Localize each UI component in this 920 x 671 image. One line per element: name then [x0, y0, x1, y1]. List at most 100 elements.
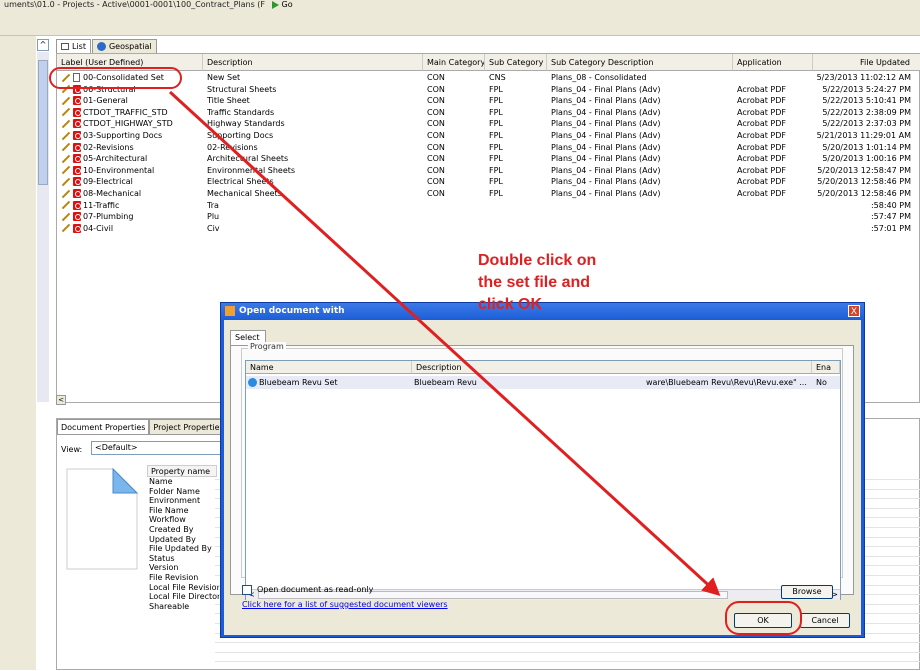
scroll-thumb[interactable] — [38, 60, 48, 185]
cell-label: 11-Traffic — [61, 200, 119, 212]
table-row[interactable]: 10-Environmental Environmental Sheets CON F… — [57, 165, 920, 177]
table-row[interactable]: 04-Civil Civ:57:01 PM — [57, 223, 920, 235]
col-main-category[interactable]: Main Category — [423, 54, 485, 71]
cell-label: 04-Civil — [61, 223, 113, 235]
tab-document-properties[interactable]: Document Properties — [57, 419, 150, 435]
table-row[interactable]: 03-Supporting Docs Supporting Docs CON FPL P… — [57, 130, 920, 142]
table-row[interactable]: 02-Revisions 02-Revisions CON FPL Plans_04 -… — [57, 142, 920, 154]
tab-list[interactable]: List — [56, 39, 91, 53]
cell-main: CON — [427, 119, 445, 129]
cell-label: 03-Supporting Docs — [61, 130, 162, 142]
program-enabled: No — [816, 378, 827, 387]
cell-desc: Civ — [207, 223, 220, 233]
property-item[interactable]: File Revision — [147, 573, 217, 583]
row-label: 07-Plumbing — [83, 212, 134, 222]
cell-label: 01-General — [61, 95, 128, 107]
property-item[interactable]: File Name — [147, 506, 217, 516]
table-row[interactable]: 09-Electrical Electrical Sheets CON FPL Plan… — [57, 176, 920, 188]
col-program-name[interactable]: Name — [246, 361, 412, 374]
table-row[interactable]: CTDOT_HIGHWAY_STD Highway Standards CON FPL… — [57, 118, 920, 130]
property-item[interactable]: Environment — [147, 496, 217, 506]
cell-desc: Tra — [207, 200, 219, 210]
property-item[interactable]: Status — [147, 554, 217, 564]
row-label: 01-General — [83, 96, 128, 106]
cell-updated: 5/22/2013 5:10:41 PM — [822, 96, 911, 106]
table-row[interactable]: 01-General Title Sheet CON FPL Plans_04 - Fi… — [57, 95, 920, 107]
col-description[interactable]: Description — [203, 54, 423, 71]
cancel-button[interactable]: Cancel — [800, 613, 850, 628]
row-label: CTDOT_TRAFFIC_STD — [83, 107, 168, 117]
cell-main: CON — [427, 73, 445, 82]
property-item[interactable]: Version — [147, 563, 217, 573]
cell-sub: FPL — [489, 177, 503, 187]
cell-updated: 5/20/2013 12:58:46 PM — [817, 189, 911, 198]
readonly-checkbox[interactable] — [242, 585, 252, 595]
cell-app: Acrobat PDF — [737, 154, 786, 164]
property-item[interactable]: Shareable — [147, 602, 217, 612]
cell-desc: Structural Sheets — [207, 84, 277, 94]
cell-updated: 5/22/2013 5:24:27 PM — [822, 84, 911, 94]
instruction-annotation: Double click on the set file and click O… — [478, 250, 678, 316]
cell-updated: 5/22/2013 2:38:09 PM — [822, 107, 911, 117]
path-field[interactable]: uments\01.0 - Projects - Active\0001-000… — [4, 0, 265, 9]
grid-line — [215, 651, 920, 653]
cell-main: CON — [427, 96, 445, 106]
property-item[interactable]: Workflow — [147, 515, 217, 525]
close-icon[interactable]: X — [848, 305, 860, 317]
pencil-icon — [61, 142, 71, 152]
col-program-enabled[interactable]: Ena — [812, 361, 840, 374]
table-row[interactable]: CTDOT_TRAFFIC_STD Traffic Standards CON FPL… — [57, 107, 920, 119]
collapse-button[interactable]: ^ — [37, 39, 49, 51]
cell-updated: :57:47 PM — [870, 212, 911, 222]
cell-desc: Traffic Standards — [207, 107, 275, 117]
view-select[interactable]: <Default> — [91, 441, 221, 455]
pdf-icon — [73, 189, 81, 198]
pencil-icon — [61, 212, 71, 221]
cell-app: Acrobat PDF — [737, 142, 786, 152]
cell-app: Acrobat PDF — [737, 189, 786, 198]
pdf-icon — [73, 154, 81, 164]
table-row[interactable]: 07-Plumbing Plu:57:47 PM — [57, 211, 920, 223]
browse-button[interactable]: Browse — [781, 585, 833, 599]
property-item[interactable]: File Updated By — [147, 544, 217, 554]
col-file-updated[interactable]: File Updated — [813, 54, 920, 71]
table-row[interactable]: 08-Mechanical Mechanical Sheets CON FPL Plan… — [57, 188, 920, 200]
program-list[interactable]: Name Description Ena Bluebeam Revu Set B… — [245, 360, 841, 600]
property-item[interactable]: Created By — [147, 525, 217, 535]
pencil-icon — [61, 177, 71, 187]
table-row[interactable]: 00-Consolidated Set New Set CON CNS Plans_08… — [57, 72, 920, 84]
annotation-line-3: click OK — [478, 296, 543, 313]
col-program-description[interactable]: Description — [412, 361, 812, 374]
col-sub-category-description[interactable]: Sub Category Description — [547, 54, 733, 71]
col-application[interactable]: Application — [733, 54, 813, 71]
table-row[interactable]: 05-Architectural Architectural Sheets CON F… — [57, 153, 920, 165]
cell-app: Acrobat PDF — [737, 107, 786, 117]
row-label: CTDOT_HIGHWAY_STD — [83, 119, 173, 129]
pencil-icon — [61, 108, 71, 117]
program-row[interactable]: Bluebeam Revu Set Bluebeam Revu ware\Blu… — [246, 376, 840, 389]
go-button[interactable]: Go — [272, 0, 302, 10]
property-item[interactable]: Updated By — [147, 535, 217, 545]
cell-updated: 5/23/2013 11:02:12 AM — [816, 73, 911, 82]
cell-sub: FPL — [489, 131, 503, 140]
property-name-header[interactable]: Property name — [147, 465, 217, 477]
property-item[interactable]: Folder Name — [147, 487, 217, 497]
property-item[interactable]: Local File Directory — [147, 592, 225, 602]
cell-label: 05-Architectural — [61, 153, 147, 165]
open-document-dialog: Open document with X Select Program Name… — [220, 302, 865, 638]
annotation-line-2: the set file and — [478, 274, 591, 291]
program-name: Bluebeam Revu Set — [259, 378, 338, 387]
col-sub-category[interactable]: Sub Category — [485, 54, 547, 71]
table-row[interactable]: 11-Traffic Tra:58:40 PM — [57, 200, 920, 212]
tab-project-properties[interactable]: Project Properties — [149, 419, 228, 435]
suggested-viewers-link[interactable]: Click here for a list of suggested docum… — [242, 600, 448, 609]
table-row[interactable]: 06-Structural Structural Sheets CON FPL Plan… — [57, 84, 920, 96]
scroll-left-button[interactable]: < — [56, 395, 66, 405]
property-item[interactable]: Name — [147, 477, 217, 487]
tab-geospatial[interactable]: Geospatial — [91, 39, 157, 53]
cell-desc: Supporting Docs — [207, 131, 274, 140]
cell-main: CON — [427, 142, 445, 152]
property-item[interactable]: Local File Revision — [147, 583, 222, 593]
cell-subdesc: Plans_04 - Final Plans (Adv) — [551, 142, 661, 152]
view-label: View: — [61, 445, 83, 454]
